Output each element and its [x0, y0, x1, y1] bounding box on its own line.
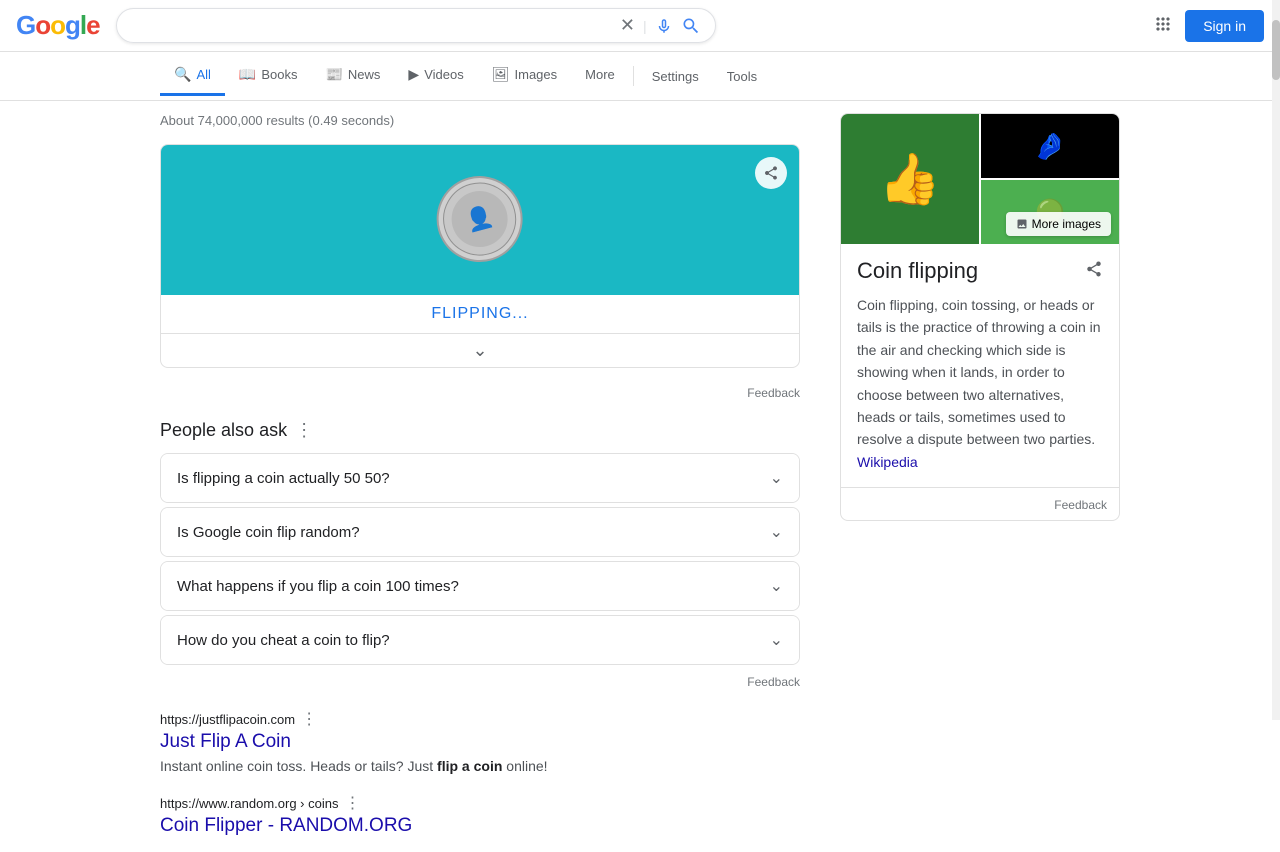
- expand-icon: ⌄: [472, 340, 487, 361]
- images-icon: 🖼: [492, 66, 510, 83]
- google-logo[interactable]: Google: [16, 10, 100, 41]
- sign-in-button[interactable]: Sign in: [1185, 10, 1264, 42]
- paa-feedback-link[interactable]: Feedback: [747, 675, 800, 689]
- paa-question-3: What happens if you flip a coin 100 time…: [177, 578, 459, 595]
- kp-content: Coin flipping Coin flipping, coin tossin…: [841, 244, 1119, 487]
- paa-item-2: Is Google coin flip random? ⌄: [160, 507, 800, 557]
- more-images-button[interactable]: More images: [1006, 212, 1111, 236]
- result-1-snippet: Instant online coin toss. Heads or tails…: [160, 756, 800, 777]
- right-column: 👍 🤌 🟢 More images Coin flipping: [840, 113, 1120, 840]
- paa-item: Is flipping a coin actually 50 50? ⌄: [160, 453, 800, 503]
- dark-fingers-icon: 🤌: [1034, 131, 1066, 162]
- flipping-label[interactable]: FLIPPING...: [161, 295, 799, 333]
- header-right: Sign in: [1153, 10, 1264, 42]
- paa-item-4: How do you cheat a coin to flip? ⌄: [160, 615, 800, 665]
- tab-all[interactable]: 🔍 All: [160, 56, 225, 96]
- result-2-title[interactable]: Coin Flipper - RANDOM.ORG: [160, 815, 800, 837]
- all-icon: 🔍: [174, 66, 191, 83]
- paa-feedback-row: Feedback: [160, 669, 800, 693]
- widget-feedback-link[interactable]: Feedback: [747, 386, 800, 400]
- people-also-ask-section: People also ask ⋮ Is flipping a coin act…: [160, 420, 800, 693]
- paa-item-header-4[interactable]: How do you cheat a coin to flip? ⌄: [161, 616, 799, 664]
- tab-news-label: News: [348, 67, 381, 82]
- more-images-label: More images: [1032, 217, 1101, 231]
- mic-icon[interactable]: [655, 17, 673, 35]
- tab-videos[interactable]: ▶ Videos: [394, 56, 477, 96]
- tools-button[interactable]: Tools: [713, 59, 771, 94]
- paa-chevron-3: ⌄: [770, 576, 783, 596]
- tab-images-label: Images: [515, 67, 558, 82]
- result-1-url: https://justflipacoin.com: [160, 712, 295, 727]
- tab-books-label: Books: [261, 67, 297, 82]
- paa-title-row: People also ask ⋮: [160, 420, 800, 441]
- tab-books[interactable]: 📖 Books: [225, 56, 312, 96]
- kp-share-icon[interactable]: [1085, 260, 1103, 283]
- result-2-url: https://www.random.org › coins: [160, 796, 338, 811]
- results-area: About 74,000,000 results (0.49 seconds) …: [0, 101, 1280, 852]
- result-1-url-row: https://justflipacoin.com ⋮: [160, 709, 800, 729]
- search-input[interactable]: flip a coin: [131, 17, 612, 35]
- result-2-url-row: https://www.random.org › coins ⋮: [160, 793, 800, 813]
- knowledge-panel: 👍 🤌 🟢 More images Coin flipping: [840, 113, 1120, 521]
- search-result-1: https://justflipacoin.com ⋮ Just Flip A …: [160, 709, 800, 777]
- coin-svg: 👤: [424, 163, 534, 273]
- paa-item-header-2[interactable]: Is Google coin flip random? ⌄: [161, 508, 799, 556]
- result-2-menu-icon[interactable]: ⋮: [344, 793, 360, 813]
- apps-icon[interactable]: [1153, 14, 1173, 37]
- paa-item-3: What happens if you flip a coin 100 time…: [160, 561, 800, 611]
- clear-icon[interactable]: ✕: [620, 15, 635, 36]
- paa-chevron-2: ⌄: [770, 522, 783, 542]
- tab-videos-label: Videos: [424, 67, 464, 82]
- kp-description: Coin flipping, coin tossing, or heads or…: [857, 294, 1103, 473]
- news-icon: 📰: [325, 66, 342, 83]
- paa-question-1: Is flipping a coin actually 50 50?: [177, 470, 390, 487]
- kp-feedback-link[interactable]: Feedback: [1054, 498, 1107, 512]
- widget-share-button[interactable]: [755, 157, 787, 189]
- kp-feedback-row: Feedback: [841, 487, 1119, 520]
- coin-expand-row[interactable]: ⌄: [161, 333, 799, 367]
- coin-widget: 👤 FLIPPING... ⌄: [160, 144, 800, 368]
- tab-more-label: More: [585, 67, 615, 82]
- kp-image-main[interactable]: 👍: [841, 114, 979, 244]
- paa-item-header-3[interactable]: What happens if you flip a coin 100 time…: [161, 562, 799, 610]
- result-1-menu-icon[interactable]: ⋮: [301, 709, 317, 729]
- scrollbar-track: [1272, 0, 1280, 720]
- paa-question-2: Is Google coin flip random?: [177, 524, 360, 541]
- paa-chevron-1: ⌄: [770, 468, 783, 488]
- result-1-title[interactable]: Just Flip A Coin: [160, 731, 800, 753]
- search-bar: flip a coin ✕ |: [116, 8, 716, 43]
- kp-images: 👍 🤌 🟢 More images: [841, 114, 1119, 244]
- kp-title-row: Coin flipping: [857, 258, 1103, 284]
- kp-image-top-right[interactable]: 🤌: [981, 114, 1119, 178]
- search-submit-icon[interactable]: [681, 16, 701, 36]
- tab-images[interactable]: 🖼 Images: [478, 56, 571, 96]
- paa-question-4: How do you cheat a coin to flip?: [177, 632, 390, 649]
- hand-thumb-icon: 👍: [879, 150, 941, 209]
- tab-more[interactable]: More: [571, 57, 629, 95]
- tab-all-label: All: [196, 67, 210, 82]
- coin-display: 👤: [161, 145, 799, 295]
- paa-chevron-4: ⌄: [770, 630, 783, 650]
- search-result-2: https://www.random.org › coins ⋮ Coin Fl…: [160, 793, 800, 837]
- videos-icon: ▶: [408, 66, 419, 83]
- search-tabs: 🔍 All 📖 Books 📰 News ▶ Videos 🖼 Images M…: [0, 52, 1280, 101]
- paa-options-icon[interactable]: ⋮: [295, 420, 313, 441]
- result-1-snippet-bold: flip a coin: [437, 758, 502, 774]
- books-icon: 📖: [239, 66, 256, 83]
- scrollbar-thumb[interactable]: [1272, 20, 1280, 80]
- results-count: About 74,000,000 results (0.49 seconds): [160, 113, 800, 128]
- settings-button[interactable]: Settings: [638, 59, 713, 94]
- left-column: About 74,000,000 results (0.49 seconds) …: [160, 113, 800, 840]
- paa-item-header-1[interactable]: Is flipping a coin actually 50 50? ⌄: [161, 454, 799, 502]
- header: Google flip a coin ✕ | Sign in: [0, 0, 1280, 52]
- tab-news[interactable]: 📰 News: [311, 56, 394, 96]
- tab-divider: [633, 66, 634, 86]
- kp-wikipedia-link[interactable]: Wikipedia: [857, 454, 918, 470]
- kp-title: Coin flipping: [857, 258, 978, 284]
- paa-title: People also ask: [160, 420, 287, 441]
- widget-feedback-row: Feedback: [160, 380, 800, 404]
